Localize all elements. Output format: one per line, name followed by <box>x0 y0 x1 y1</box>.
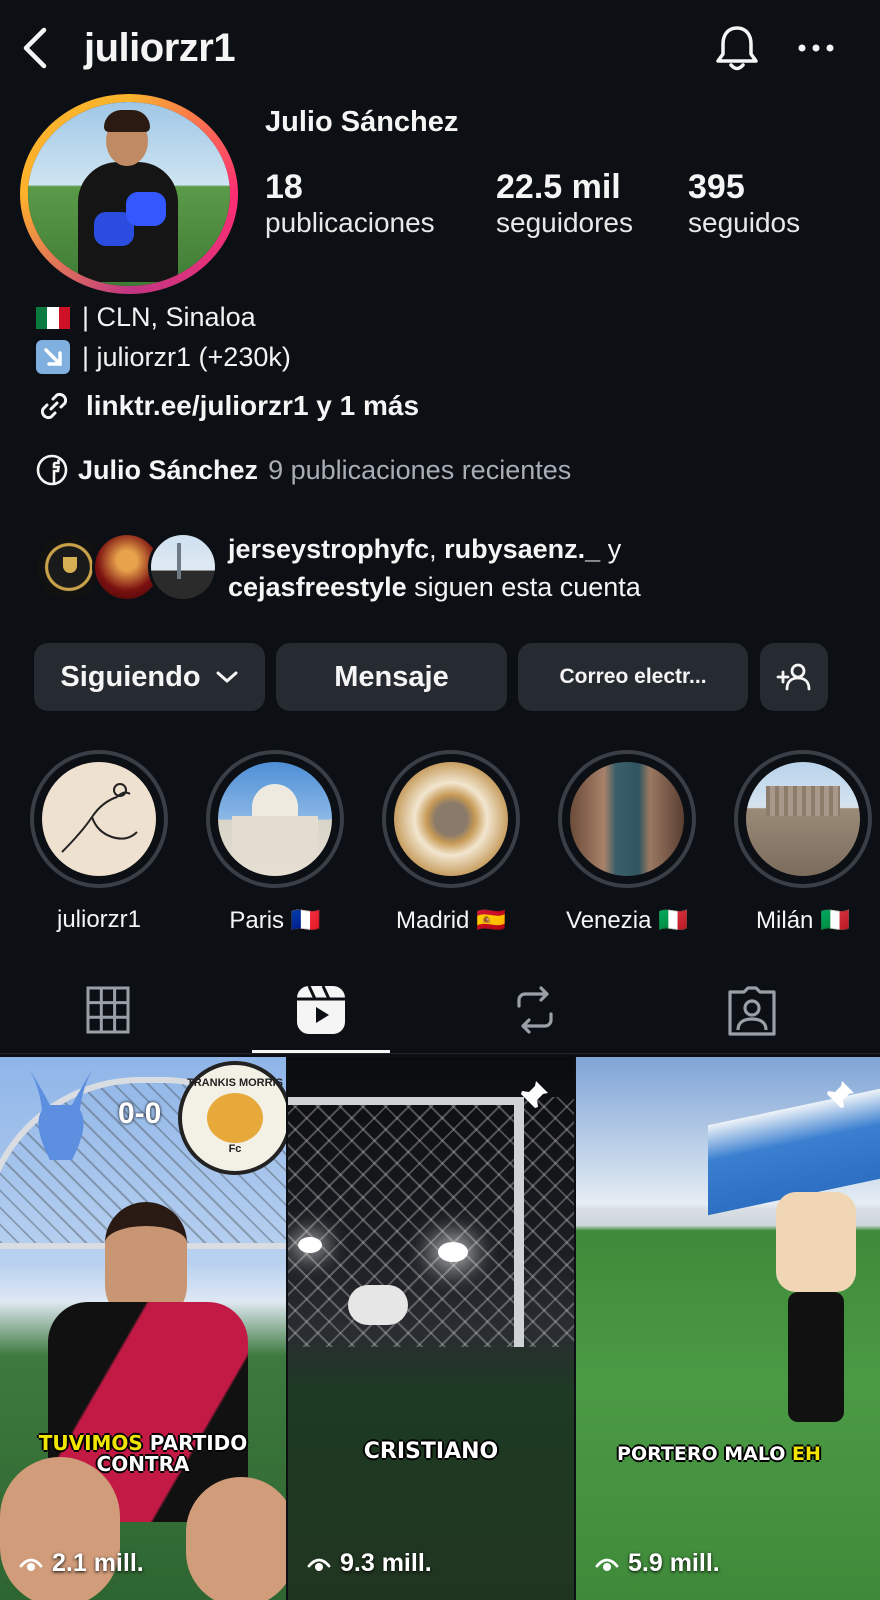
highlight-cover <box>746 762 860 876</box>
play-views-icon <box>19 1558 43 1571</box>
bio-location: | CLN, Sinaloa <box>36 302 256 333</box>
bio-handle-text: | juliorzr1 (+230k) <box>82 341 291 372</box>
reel-views: 5.9 mill. <box>594 1549 720 1578</box>
grid-icon[interactable] <box>78 980 138 1040</box>
play-views-icon <box>595 1558 619 1571</box>
arrow-down-right-icon <box>36 340 70 374</box>
following-button[interactable]: Siguiendo <box>34 643 265 711</box>
add-person-icon <box>776 663 811 691</box>
mutual-followers-text[interactable]: jerseystrophyfc, rubysaenz._ y cejasfree… <box>228 530 848 606</box>
mexico-flag-icon <box>36 306 70 329</box>
highlight-cover <box>570 762 684 876</box>
caption-text: PORTERO MALO <box>617 1443 793 1465</box>
play-views-icon <box>307 1558 331 1571</box>
team-badge-sub: Fc <box>228 1143 242 1155</box>
stat-posts-value: 18 <box>265 168 303 206</box>
separator: , <box>429 534 445 564</box>
reel-views-count: 2.1 mill. <box>52 1549 144 1577</box>
tabs-divider <box>0 1053 880 1054</box>
reposts-icon[interactable] <box>505 980 565 1040</box>
mutual-user-3[interactable]: cejasfreestyle <box>228 572 407 602</box>
link-icon <box>40 392 68 420</box>
notifications-bell-icon[interactable] <box>712 22 762 74</box>
mutual-user-2[interactable]: rubysaenz._ <box>444 534 600 564</box>
facebook-link[interactable]: Julio Sánchez 9 publicaciones recientes <box>36 454 571 486</box>
stat-posts[interactable]: 18 publicaciones <box>265 168 435 239</box>
highlight-label: Venezia 🇮🇹 <box>566 907 688 934</box>
highlight-cover <box>42 762 156 876</box>
bio-location-text: | CLN, Sinaloa <box>82 302 256 332</box>
reel-item[interactable]: CRISTIANO 9.3 mill. <box>288 1057 574 1600</box>
email-button-label: Correo electr... <box>559 665 707 688</box>
avatar <box>148 532 218 602</box>
bio-link-text: linktr.ee/juliorzr1 y 1 más <box>86 390 420 421</box>
reel-caption: CRISTIANO <box>363 1439 499 1464</box>
highlight-label: Paris 🇫🇷 <box>229 907 321 934</box>
message-button[interactable]: Mensaje <box>276 643 507 711</box>
suggest-users-button[interactable] <box>760 643 828 711</box>
reel-caption: TUVIMOS PARTIDO CONTRA <box>0 1433 286 1475</box>
highlight-milan[interactable]: Milán 🇮🇹 <box>734 750 872 935</box>
highlight-label: Milán 🇮🇹 <box>756 907 850 934</box>
highlight-juliorzr1[interactable]: juliorzr1 <box>30 750 168 934</box>
reel-views: 2.1 mill. <box>18 1549 144 1578</box>
mutual-user-1[interactable]: jerseystrophyfc <box>228 534 429 564</box>
reel-views-count: 9.3 mill. <box>340 1549 432 1577</box>
tagged-icon[interactable] <box>722 980 782 1040</box>
reel-item[interactable]: PORTERO MALO EH 5.9 mill. <box>576 1057 880 1600</box>
stat-following[interactable]: 395 seguidos <box>688 168 800 239</box>
pinned-icon <box>521 1081 548 1108</box>
highlight-label: Madrid 🇪🇸 <box>396 907 506 934</box>
facebook-name: Julio Sánchez <box>78 454 259 485</box>
highlight-cover <box>394 762 508 876</box>
mutual-followers-avatars[interactable] <box>34 532 218 604</box>
email-button[interactable]: Correo electr... <box>518 643 748 711</box>
match-score: 0-0 <box>118 1097 162 1130</box>
following-button-label: Siguiendo <box>60 660 201 693</box>
chevron-down-icon <box>216 671 238 683</box>
reel-caption: PORTERO MALO EH <box>576 1443 880 1465</box>
stat-following-value: 395 <box>688 168 745 206</box>
stat-posts-label: publicaciones <box>265 207 435 238</box>
back-icon[interactable] <box>18 26 52 70</box>
stat-followers-label: seguidores <box>496 207 633 238</box>
stat-following-label: seguidos <box>688 207 801 238</box>
bio-handle: | juliorzr1 (+230k) <box>36 340 291 374</box>
highlight-madrid[interactable]: Madrid 🇪🇸 <box>382 750 520 935</box>
mutual-suffix: siguen esta cuenta <box>406 572 641 602</box>
stat-followers-value: 22.5 mil <box>496 168 621 206</box>
profile-avatar[interactable] <box>20 94 238 294</box>
caption-highlight: EH <box>792 1443 821 1465</box>
highlight-cover <box>218 762 332 876</box>
avatar-photo <box>28 102 230 286</box>
reel-views-count: 5.9 mill. <box>628 1549 720 1577</box>
bio-link[interactable]: linktr.ee/juliorzr1 y 1 más <box>36 388 419 424</box>
highlight-venezia[interactable]: Venezia 🇮🇹 <box>558 750 696 935</box>
team-badge-name: TRANKIS MORRIS <box>187 1077 283 1089</box>
highlight-paris[interactable]: Paris 🇫🇷 <box>206 750 344 935</box>
more-options-icon[interactable] <box>796 30 836 66</box>
stat-followers[interactable]: 22.5 mil seguidores <box>496 168 633 239</box>
team-badge: TRANKIS MORRIS Fc <box>178 1061 286 1175</box>
message-button-label: Mensaje <box>334 660 449 693</box>
highlight-label: juliorzr1 <box>56 906 142 933</box>
caption-text: CONTRA <box>96 1452 190 1476</box>
pinned-icon <box>827 1081 854 1108</box>
profile-full-name: Julio Sánchez <box>265 106 459 138</box>
facebook-icon <box>36 454 68 486</box>
reel-item[interactable]: 0-0 TRANKIS MORRIS Fc TUVIMOS PARTIDO CO… <box>0 1057 286 1600</box>
page-title: juliorzr1 <box>84 26 236 70</box>
team-logo-icon <box>30 1070 92 1160</box>
facebook-meta: 9 publicaciones recientes <box>268 454 572 485</box>
separator: y <box>600 534 622 564</box>
reels-icon[interactable] <box>291 980 351 1040</box>
reel-views: 9.3 mill. <box>306 1549 432 1578</box>
